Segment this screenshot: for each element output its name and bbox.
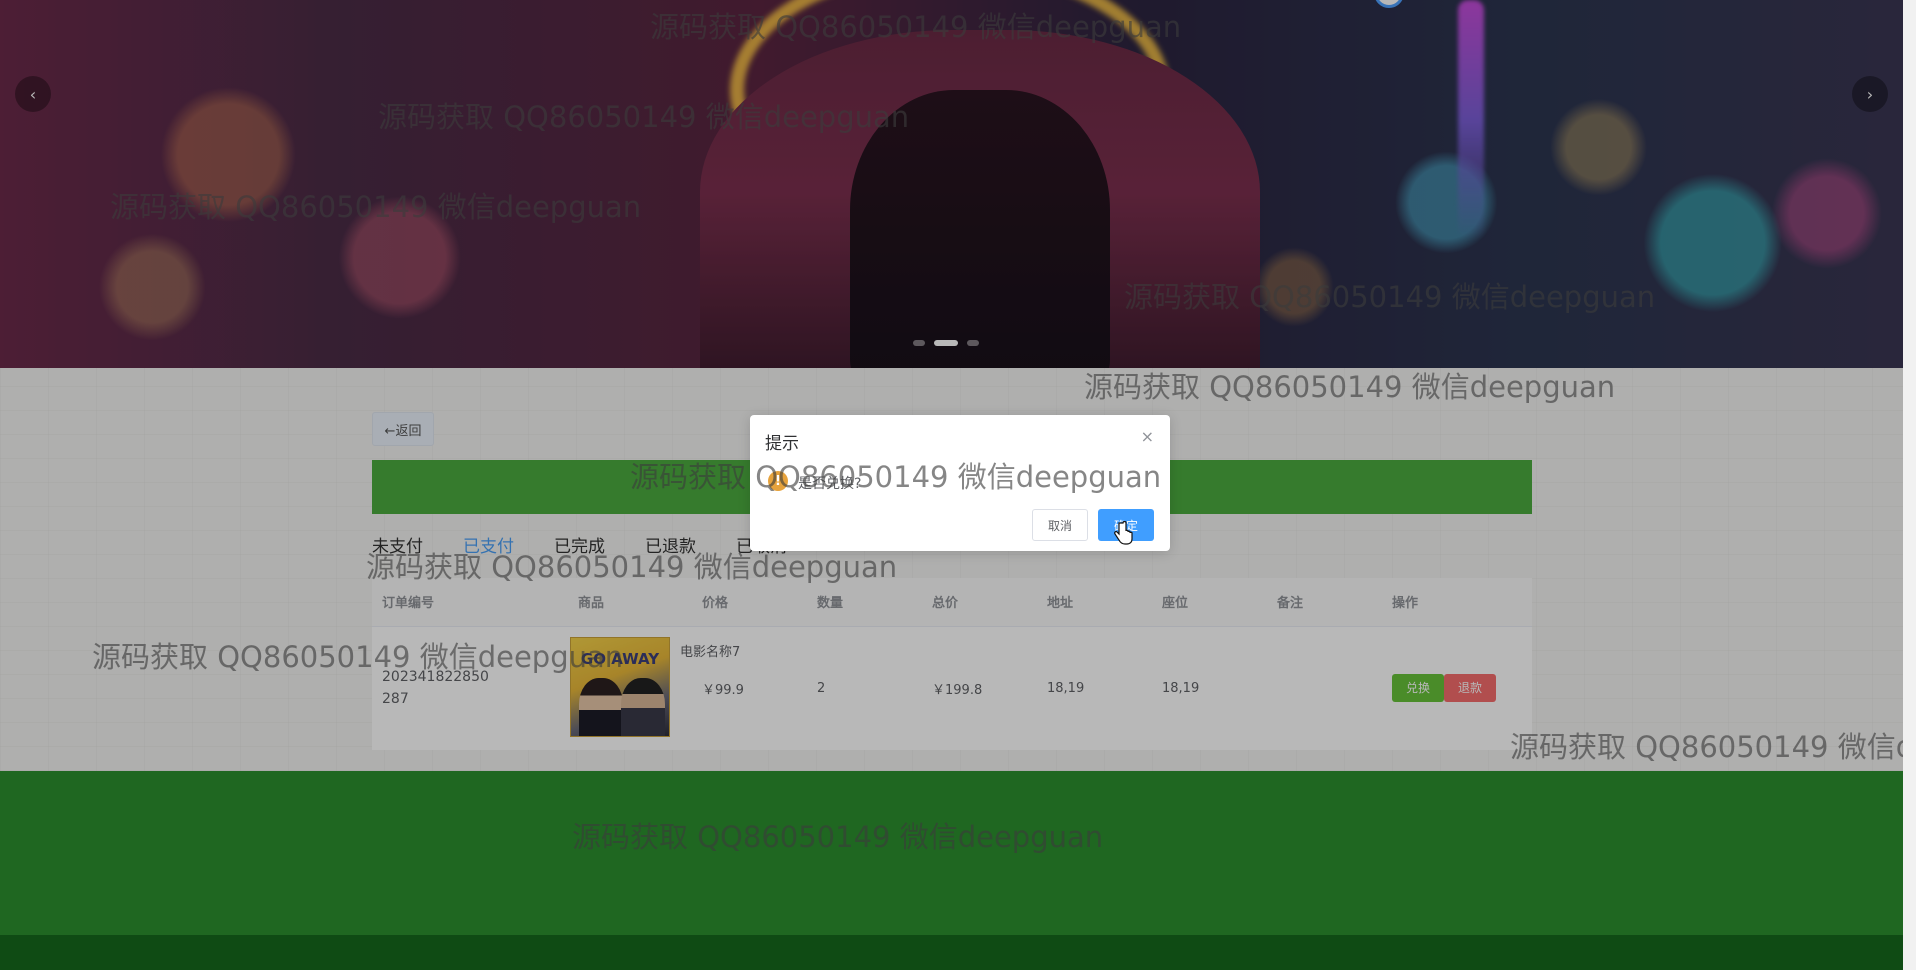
confirm-dialog: 提示 × ! 是否兑换? 取消 确定: [750, 415, 1170, 551]
scrollbar[interactable]: [1903, 0, 1916, 970]
close-icon[interactable]: ×: [1141, 427, 1154, 446]
warning-icon: !: [768, 471, 788, 491]
dialog-title: 提示: [765, 434, 799, 454]
cancel-button[interactable]: 取消: [1032, 509, 1088, 541]
dialog-message: 是否兑换?: [798, 476, 862, 492]
hand-pointer-icon: [1114, 521, 1133, 545]
